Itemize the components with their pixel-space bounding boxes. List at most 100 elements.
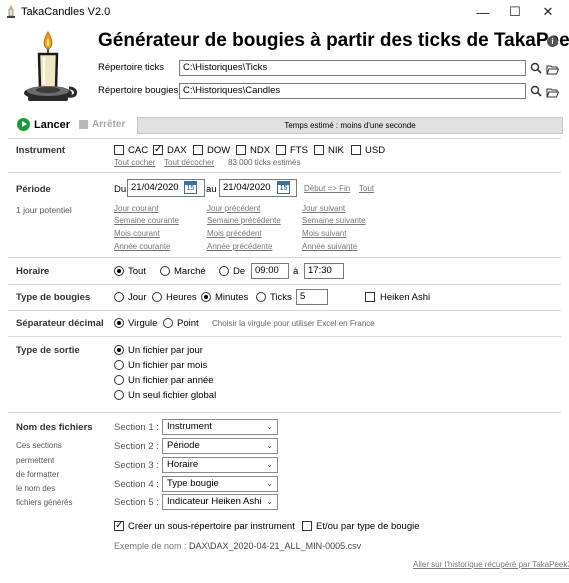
decimal-comma-label: Virgule [128,318,158,329]
divider [8,172,561,173]
section-4-value: Type bougie [167,478,219,489]
candle-hours-label: Heures [166,292,197,303]
chevron-down-icon: ⌄ [266,497,273,506]
next-week-link[interactable]: Semaine suivante [302,216,366,225]
cac-checkbox[interactable] [114,145,124,155]
folder-open-icon[interactable] [546,62,560,80]
close-button[interactable]: ✕ [533,0,563,24]
section-1-select[interactable]: Instrument ⌄ [162,419,278,435]
uncheck-all-link[interactable]: Tout décocher [164,158,214,167]
subdir-type-checkbox[interactable] [302,521,312,531]
section-2-value: Période [167,440,200,451]
next-year-link[interactable]: Année suivante [302,242,357,251]
app-icon [5,5,17,18]
play-icon [17,118,30,131]
dax-label: DAX [167,145,187,156]
ndx-checkbox[interactable] [236,145,246,155]
check-all-link[interactable]: Tout cocher [114,158,155,167]
nik-checkbox[interactable] [314,145,324,155]
schedule-market-radio[interactable] [160,266,170,276]
filenames-help-line: de formatter [16,470,60,479]
output-per-year-radio[interactable] [114,375,124,385]
section-2-select[interactable]: Période ⌄ [162,438,278,454]
previous-day-link[interactable]: Jour précédent [207,204,260,213]
cac-label: CAC [128,145,149,156]
calendar-icon[interactable]: 15 [277,181,290,194]
ticks-dir-input[interactable]: C:\Historiques\Ticks [179,60,526,76]
divider [8,412,561,413]
heiken-ashi-checkbox[interactable] [365,292,375,302]
candle-day-radio[interactable] [114,292,124,302]
candle-period-input[interactable]: 5 [296,289,328,305]
candles-dir-input[interactable]: C:\Historiques\Candles [179,83,526,99]
schedule-to-label: à [293,266,299,277]
period-summary: 1 jour potentiel [16,205,72,215]
section-3-value: Horaire [167,459,199,470]
section-2-label: Section 2 : [114,441,159,452]
usd-checkbox[interactable] [351,145,361,155]
divider [8,284,561,285]
ticks-dir-label: Répertoire ticks [98,62,164,73]
decimal-hint: Choisir la virgule pour utiliser Excel e… [212,319,375,328]
minimize-button[interactable]: — [468,0,498,24]
candle-hours-radio[interactable] [152,292,162,302]
all-period-link[interactable]: Tout [359,184,374,193]
output-per-day-radio[interactable] [114,345,124,355]
decimal-comma-radio[interactable] [114,318,124,328]
output-per-year-label: Un fichier par année [128,375,214,386]
section-1-value: Instrument [167,421,212,432]
example-label: Exemple de nom : [114,541,187,551]
from-time-input[interactable]: 09:00 [251,263,289,279]
usd-label: USD [365,145,386,156]
start-end-link[interactable]: Début => Fin [304,184,350,193]
decimal-point-radio[interactable] [163,318,173,328]
current-month-link[interactable]: Mois courant [114,229,160,238]
section-4-label: Section 4 : [114,479,159,490]
info-icon[interactable]: i [547,36,558,47]
period-section-label: Période [16,184,51,195]
next-month-link[interactable]: Mois suivant [302,229,346,238]
divider [8,138,561,139]
output-single-file-radio[interactable] [114,390,124,400]
schedule-from-radio[interactable] [219,266,229,276]
fts-checkbox[interactable] [276,145,286,155]
dow-checkbox[interactable] [193,145,203,155]
run-button[interactable]: Lancer [17,118,70,131]
calendar-icon[interactable]: 15 [184,181,197,194]
current-year-link[interactable]: Année courante [114,242,171,251]
subdir-instrument-checkbox[interactable]: ✓ [114,521,124,531]
previous-year-link[interactable]: Année précédente [207,242,272,251]
candle-ticks-radio[interactable] [256,292,266,302]
to-time-input[interactable]: 17:30 [304,263,344,279]
subdir-instrument-label: Créer un sous-répertoire par instrument [128,521,295,532]
current-day-link[interactable]: Jour courant [114,204,158,213]
section-5-select[interactable]: Indicateur Heiken Ashi ⌄ [162,494,278,510]
section-4-select[interactable]: Type bougie ⌄ [162,476,278,492]
output-per-month-radio[interactable] [114,360,124,370]
candle-minutes-radio[interactable] [201,292,211,302]
candle-day-label: Jour [128,292,147,303]
dax-checkbox[interactable]: ✓ [153,145,163,155]
search-icon[interactable] [530,61,542,79]
ticks-estimate: 83 000 ticks estimés [228,158,301,167]
history-link[interactable]: Aller sur l'historique récupéré par Taka… [413,560,569,569]
instrument-section-label: Instrument [16,145,66,156]
page-title: Générateur de bougies à partir des ticks… [98,30,569,51]
stop-button[interactable]: Arrêter [79,119,125,130]
chevron-down-icon: ⌄ [266,460,273,469]
schedule-all-radio[interactable] [114,266,124,276]
candle-type-section-label: Type de bougies [16,292,91,303]
schedule-market-label: Marché [174,266,206,277]
window-title: TakaCandles V2.0 [21,6,111,18]
nik-label: NIK [328,145,344,156]
next-day-link[interactable]: Jour suivant [302,204,345,213]
filenames-section-label: Nom des fichiers [16,422,93,433]
section-3-select[interactable]: Horaire ⌄ [162,457,278,473]
previous-month-link[interactable]: Mois précédent [207,229,262,238]
maximize-button[interactable]: ☐ [500,0,530,24]
previous-week-link[interactable]: Semaine précédente [207,216,281,225]
example-value: DAX\DAX_2020-04-21_ALL_MIN-0005.csv [189,541,362,551]
current-week-link[interactable]: Semaine courante [114,216,179,225]
folder-open-icon[interactable] [546,85,560,103]
search-icon[interactable] [530,84,542,102]
